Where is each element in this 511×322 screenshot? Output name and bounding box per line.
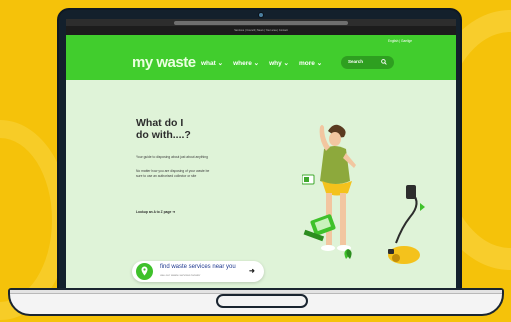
- search-input[interactable]: Search: [341, 56, 394, 69]
- top-utility-strip: Services | Council | News | Your area | …: [66, 26, 456, 35]
- nav-item-why[interactable]: why ⌄: [269, 59, 289, 67]
- page-title-line-1: What do I: [136, 117, 184, 129]
- laptop-scene: Services | Council | News | Your area | …: [0, 0, 511, 322]
- arrow-right-icon[interactable]: ➜: [249, 267, 255, 275]
- person-with-waste-illustration: [302, 124, 425, 264]
- nav-item-what[interactable]: what ⌄: [201, 59, 223, 67]
- advice-text-line-2: sure to use an authorised collector or s…: [136, 174, 197, 178]
- page-title-line-2: do with....?: [136, 129, 191, 141]
- main-nav: what ⌄ where ⌄ why ⌄ more ⌄: [201, 59, 322, 67]
- intro-text: Your guide to disposing about just about…: [136, 155, 208, 159]
- site-logo[interactable]: my waste: [132, 54, 196, 71]
- find-services-subtitle: use our waste services locator: [160, 273, 201, 277]
- address-bar[interactable]: [174, 20, 348, 25]
- language-switcher[interactable]: English | Gaeilge: [388, 39, 412, 43]
- touchpad-notch: [216, 294, 308, 308]
- site-header: English | Gaeilge my waste what ⌄ where …: [66, 35, 456, 80]
- advice-text-line-1: No matter how you are disposing of your …: [136, 169, 210, 173]
- battery-icon: [302, 174, 315, 185]
- browser-screen: Services | Council | News | Your area | …: [66, 19, 456, 288]
- find-services-card[interactable]: find waste services near you use our was…: [132, 261, 264, 282]
- search-placeholder: Search: [348, 59, 364, 64]
- search-icon[interactable]: [381, 59, 387, 65]
- find-services-title: find waste services near you: [160, 264, 236, 270]
- camera-icon: [258, 12, 264, 18]
- carousel-next-icon[interactable]: [420, 203, 425, 211]
- nav-item-more[interactable]: more ⌄: [299, 59, 322, 67]
- page-title: What do I do with....?: [136, 117, 216, 141]
- browser-toolbar: [66, 19, 456, 26]
- a-to-z-link[interactable]: Lookup an A to Z page ➜: [136, 210, 175, 214]
- nav-item-where[interactable]: where ⌄: [233, 59, 259, 67]
- map-pin-icon: [136, 263, 153, 280]
- vacuum-cleaner-icon: [388, 185, 420, 264]
